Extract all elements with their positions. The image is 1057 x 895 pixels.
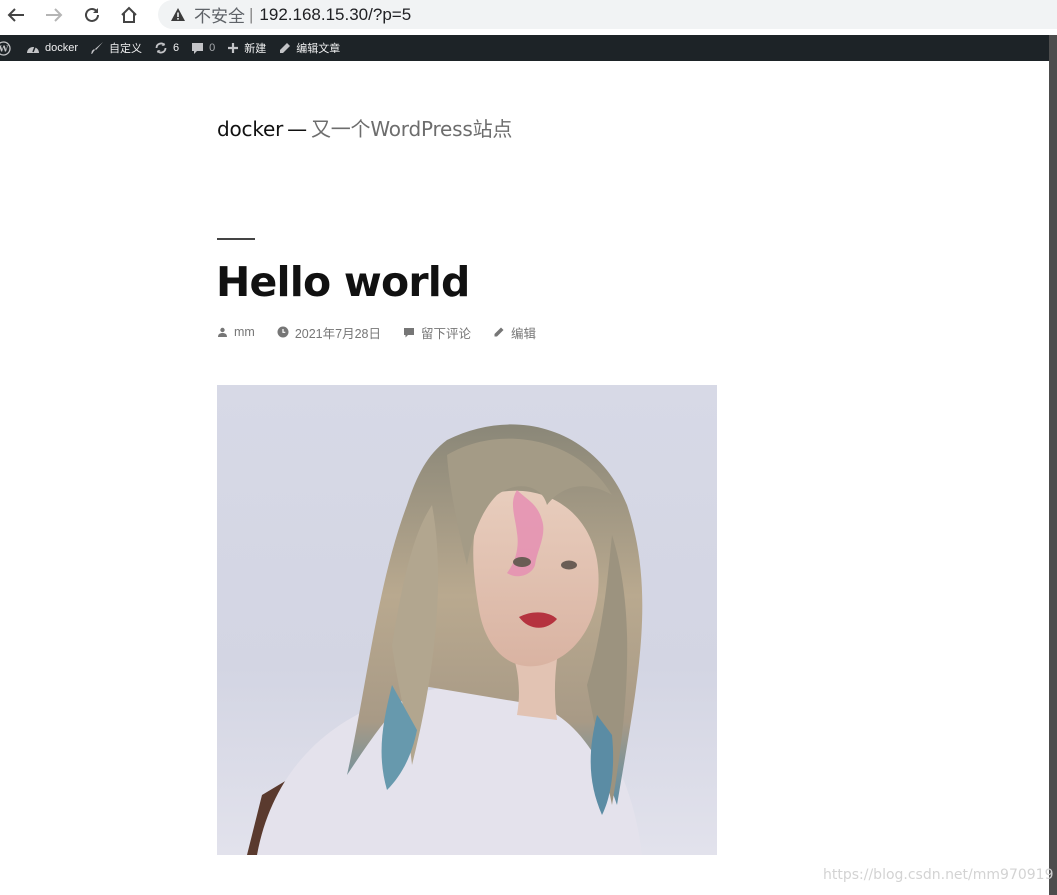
new-label: 新建 <box>244 43 267 55</box>
browser-toolbar: 不安全 | 192.168.15.30/?p=5 <box>0 0 1057 35</box>
post-date-text: 2021年7月28日 <box>294 326 381 341</box>
comments-link[interactable]: 0 <box>191 35 215 61</box>
updates-icon <box>155 42 167 54</box>
featured-image <box>217 385 717 855</box>
title-divider <box>217 238 255 240</box>
edit-link-text: 编辑 <box>511 326 537 341</box>
edit-pencil-icon <box>494 327 504 337</box>
site-title-link[interactable]: docker <box>217 117 283 141</box>
customize-link[interactable]: 自定义 <box>90 35 142 61</box>
forward-button[interactable] <box>40 3 68 27</box>
comment-bubble-icon <box>192 42 204 54</box>
home-button[interactable] <box>115 3 143 27</box>
post-title: Hello world <box>216 258 470 306</box>
comment-icon <box>404 328 414 338</box>
home-icon <box>121 6 137 23</box>
window-edge <box>1049 35 1057 895</box>
csdn-watermark: https://blog.csdn.net/mm970919 <box>823 867 1054 883</box>
clock-icon <box>277 326 289 338</box>
security-label[interactable]: 不安全 <box>194 2 245 27</box>
post-meta: mm 2021年7月28日 留下评论 编辑 <box>217 323 558 342</box>
reload-button[interactable] <box>78 3 106 27</box>
site-name-label: docker <box>45 42 79 54</box>
edit-post-label: 编辑文章 <box>296 43 341 55</box>
address-separator: | <box>249 4 254 24</box>
site-header: docker — 又一个WordPress站点 <box>217 113 512 142</box>
new-content-menu[interactable]: 新建 <box>227 35 266 61</box>
url-text[interactable]: 192.168.15.30/?p=5 <box>259 5 411 25</box>
updates-link[interactable]: 6 <box>154 35 179 61</box>
reload-icon <box>85 7 99 22</box>
customize-label: 自定义 <box>109 43 143 55</box>
arrow-left-icon <box>7 8 24 22</box>
post-date[interactable]: 2021年7月28日 <box>277 323 381 342</box>
wordpress-icon: W <box>0 40 11 56</box>
plus-icon <box>228 43 239 53</box>
post-author[interactable]: mm <box>217 325 255 339</box>
arrow-right-icon <box>46 8 63 22</box>
person-icon <box>218 327 227 337</box>
brush-icon <box>91 42 104 54</box>
edit-post-link[interactable]: 编辑文章 <box>278 35 340 61</box>
dashboard-icon <box>27 46 39 53</box>
post-edit[interactable]: 编辑 <box>493 323 536 342</box>
svg-text:W: W <box>0 44 9 54</box>
back-button[interactable] <box>2 3 30 27</box>
updates-count: 6 <box>173 42 180 54</box>
author-name: mm <box>234 325 255 339</box>
portrait-photo <box>247 424 643 855</box>
address-bar[interactable]: 不安全 | 192.168.15.30/?p=5 <box>158 0 1057 29</box>
site-name-menu[interactable]: docker <box>26 35 78 61</box>
comments-link-text: 留下评论 <box>421 326 472 341</box>
wp-admin-bar: W docker 自定义 6 0 新建 编辑文章 <box>0 35 1049 61</box>
wp-logo-menu[interactable]: W <box>0 35 16 61</box>
warning-icon <box>170 7 186 23</box>
comments-count: 0 <box>209 42 216 54</box>
title-dash: — <box>287 117 307 141</box>
pencil-icon <box>280 42 291 53</box>
site-tagline: 又一个WordPress站点 <box>310 117 513 141</box>
post-comments[interactable]: 留下评论 <box>403 323 471 342</box>
